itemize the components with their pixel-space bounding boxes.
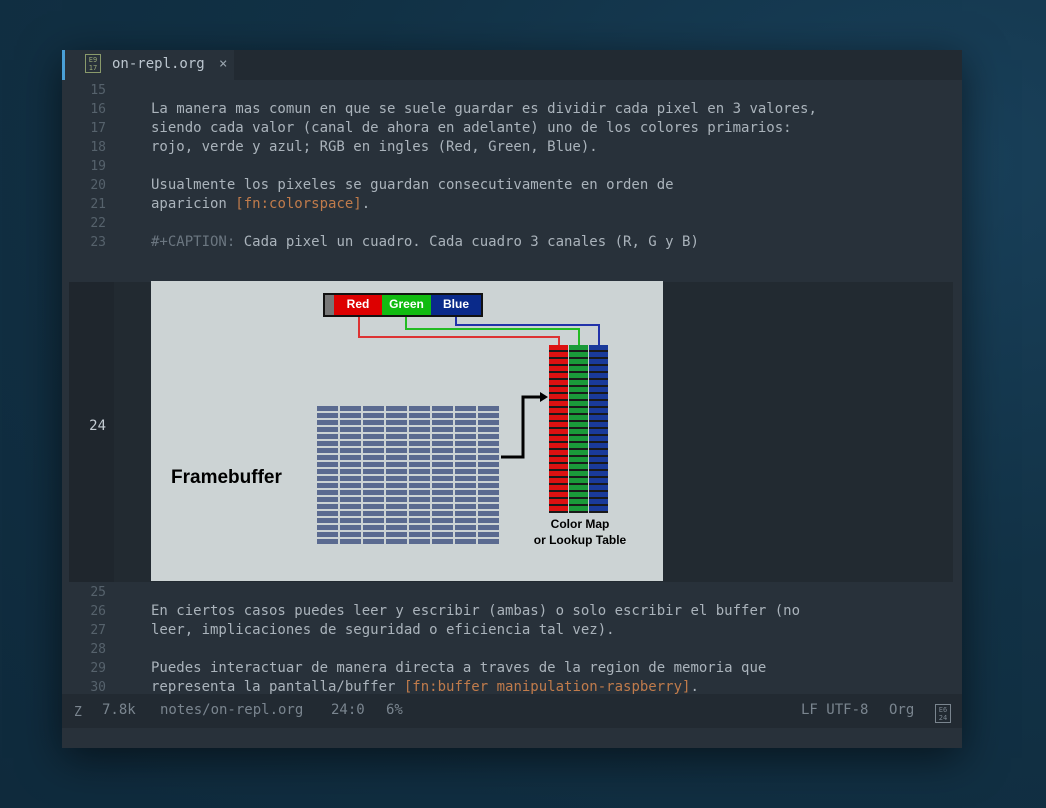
line-number: 25 — [90, 585, 106, 600]
buffer-path[interactable]: notes/on-repl.org — [160, 702, 303, 718]
line-number: 17 — [90, 121, 106, 136]
buffer-size: 7.8k — [102, 702, 136, 718]
buffer-line[interactable]: 17 siendo cada valor (canal de ahora en a… — [62, 119, 962, 138]
line-number: 26 — [90, 604, 106, 619]
tab-bar: E9 17 on-repl.org × — [62, 50, 962, 80]
buffer-state: Z — [74, 705, 82, 720]
line-number: 22 — [90, 216, 106, 231]
footnote-link[interactable]: [fn:buffer_manipulation-raspberry] — [404, 679, 691, 694]
line-number-current: 24 — [89, 418, 106, 434]
inline-image-framebuffer-diagram: Red Green Blue Framebuffer Color Map or … — [151, 281, 663, 581]
line-number: 18 — [90, 140, 106, 155]
line-number: 29 — [90, 661, 106, 676]
line-text: siendo cada valor (canal de ahora en ade… — [151, 119, 792, 138]
line-number: 15 — [90, 83, 106, 98]
org-file-icon: E9 17 — [85, 54, 101, 73]
buffer-line[interactable]: 19 — [62, 157, 962, 176]
editor-window: E9 17 on-repl.org × 24 Red Green Blue Fr… — [62, 50, 962, 748]
text-segment: Puedes interactuar de manera directa a t… — [151, 660, 767, 676]
line-text: rojo, verde y azul; RGB en ingles (Red, … — [151, 138, 598, 157]
color-lookup-table — [549, 345, 609, 513]
buffer-line[interactable]: 18 rojo, verde y azul; RGB en ingles (Red… — [62, 138, 962, 157]
line-number: 30 — [90, 680, 106, 694]
text-segment: Usualmente los pixeles se guardan consec… — [151, 177, 674, 193]
text-segment: aparicion — [151, 196, 236, 212]
line-number: 27 — [90, 623, 106, 638]
file-type-icon: E6 24 — [935, 704, 951, 723]
line-number: 23 — [90, 235, 106, 250]
buffer-line[interactable]: 22 — [62, 214, 962, 233]
line-text: En ciertos casos puedes leer y escribir … — [151, 602, 800, 621]
buffer-line[interactable]: 27 leer, implicaciones de seguridad o efi… — [62, 621, 962, 640]
buffer-line[interactable]: 21 aparicion [fn:colorspace]. — [62, 195, 962, 214]
text-segment: En ciertos casos puedes leer y escribir … — [151, 603, 801, 619]
encoding[interactable]: LF UTF-8 — [801, 702, 868, 718]
scroll-percent: 6% — [386, 702, 403, 718]
text-segment: . — [361, 196, 371, 212]
close-icon[interactable]: × — [219, 56, 227, 72]
tab-on-repl-org[interactable]: E9 17 on-repl.org × — [62, 50, 234, 80]
framebuffer-label: Framebuffer — [171, 467, 282, 488]
buffer-line[interactable]: 29 Puedes interactuar de manera directa a… — [62, 659, 962, 678]
lookup-table-label: Color Map or Lookup Table — [533, 517, 627, 547]
line-text: Puedes interactuar de manera directa a t… — [151, 659, 766, 678]
text-segment: rojo, verde y azul; RGB en ingles (Red, … — [151, 139, 598, 155]
buffer-line[interactable]: 15 — [62, 81, 962, 100]
tab-filename: on-repl.org — [112, 56, 205, 72]
cursor-position: 24:0 — [331, 702, 365, 718]
line-number: 20 — [90, 178, 106, 193]
caption-keyword: #+CAPTION: — [151, 234, 236, 250]
buffer-line[interactable]: 16 La manera mas comun en que se suele gu… — [62, 100, 962, 119]
text-area[interactable]: 24 Red Green Blue Framebuffer Color Map … — [62, 80, 962, 694]
line-number: 16 — [90, 102, 106, 117]
line-text: representa la pantalla/buffer [fn:buffer… — [151, 678, 699, 694]
text-segment: siendo cada valor (canal de ahora en ade… — [151, 120, 792, 136]
text-segment: . — [690, 679, 699, 694]
buffer-line[interactable]: 23 #+CAPTION: Cada pixel un cuadro. Cada … — [62, 233, 962, 252]
line-number: 28 — [90, 642, 106, 657]
buffer-line[interactable]: 20 Usualmente los pixeles se guardan cons… — [62, 176, 962, 195]
text-segment: representa la pantalla/buffer — [151, 679, 404, 694]
line-text: Usualmente los pixeles se guardan consec… — [151, 176, 674, 195]
minibuffer[interactable] — [62, 728, 962, 748]
buffer-line[interactable]: 25 — [62, 583, 962, 602]
line-text: leer, implicaciones de seguridad o efici… — [151, 621, 615, 640]
text-segment: leer, implicaciones de seguridad o efici… — [151, 622, 615, 638]
line-number: 21 — [90, 197, 106, 212]
line-text: La manera mas comun en que se suele guar… — [151, 100, 817, 119]
line-number: 19 — [90, 159, 106, 174]
mode-line: Z 7.8k notes/on-repl.org 24:0 6% LF UTF-… — [62, 694, 962, 728]
buffer-line[interactable]: 28 — [62, 640, 962, 659]
buffer-line[interactable]: 26 En ciertos casos puedes leer y escribi… — [62, 602, 962, 621]
text-segment: La manera mas comun en que se suele guar… — [151, 101, 817, 117]
footnote-link[interactable]: [fn:colorspace] — [235, 196, 361, 212]
line-text: #+CAPTION: Cada pixel un cuadro. Cada cu… — [151, 233, 699, 252]
major-mode[interactable]: Org — [889, 702, 914, 718]
buffer-line[interactable]: 30 representa la pantalla/buffer [fn:buff… — [62, 678, 962, 694]
text-segment: Cada pixel un cuadro. Cada cuadro 3 cana… — [235, 234, 699, 250]
line-text: aparicion [fn:colorspace]. — [151, 195, 370, 214]
